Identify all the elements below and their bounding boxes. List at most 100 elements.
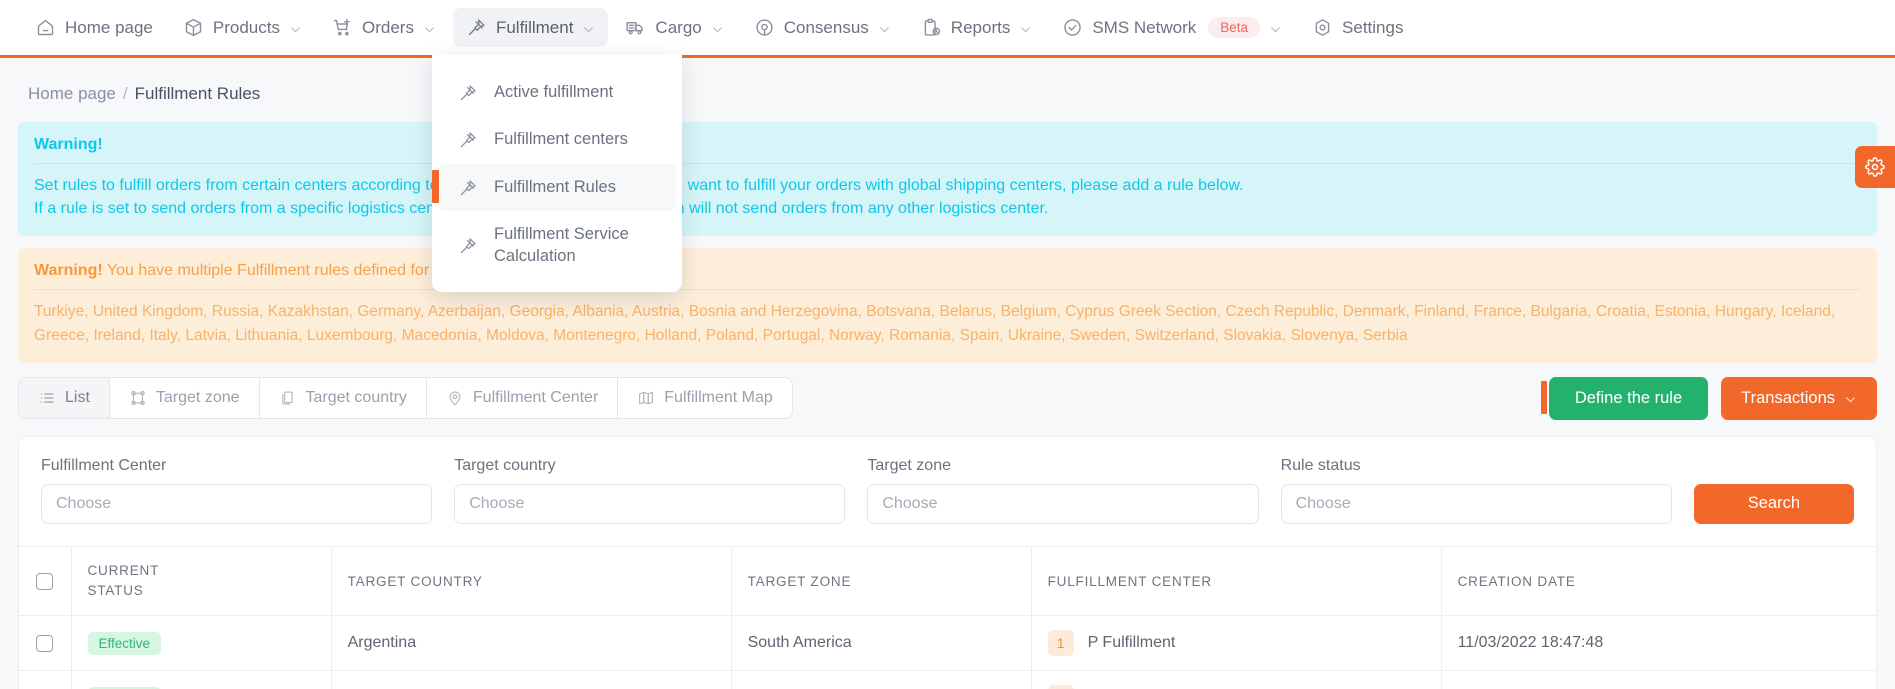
select-all-checkbox[interactable] <box>36 572 54 590</box>
filter-label: Target zone <box>867 456 951 474</box>
target-zone-select[interactable]: Choose <box>867 483 1259 524</box>
fulfillment-dropdown-menu: Active fulfillment Fulfillment centers F… <box>432 55 682 293</box>
nav-item-consensus[interactable]: Consensus <box>741 8 904 47</box>
center-index-badge: 1 <box>1047 685 1074 689</box>
chevron-down-icon <box>1019 21 1032 34</box>
table-head: CURRENT STATUS TARGET COUNTRY TARGET ZON… <box>19 545 1876 616</box>
row-checkbox[interactable] <box>36 634 54 652</box>
pin-icon <box>458 83 478 103</box>
filter-label: Fulfillment Center <box>41 456 167 474</box>
select-value: Choose <box>1295 494 1351 512</box>
info-banner-line-1: Set rules to fulfill orders from certain… <box>34 177 1244 194</box>
cell-status: Effective <box>71 615 332 671</box>
chevron-down-icon <box>1844 392 1857 405</box>
chevron-down-icon <box>711 21 724 34</box>
nav-label: Orders <box>361 17 414 37</box>
dropdown-item-active-fulfillment[interactable]: Active fulfillment <box>432 69 682 116</box>
cell-creation-date: 11/03/2022 18:47:48 <box>1441 615 1876 671</box>
breadcrumb: Home page / Fulfillment Rules <box>0 58 1895 122</box>
nav-item-fulfillment[interactable]: Fulfillment <box>452 8 609 47</box>
table-row[interactable]: Effective Bolivia South America 1 P Fulf… <box>19 670 1876 689</box>
banner-area: Warning! Set rules to fulfill orders fro… <box>0 122 1895 363</box>
tab-label: Fulfillment Map <box>664 389 773 407</box>
search-button[interactable]: Search <box>1693 483 1855 524</box>
chevron-down-icon <box>423 21 436 34</box>
nav-item-settings[interactable]: Settings <box>1299 8 1416 47</box>
filter-fulfillment-center: Fulfillment Center Choose <box>41 456 433 524</box>
dropdown-item-label: Active fulfillment <box>494 83 614 101</box>
header-line-2: STATUS <box>87 583 144 599</box>
filter-rule-status: Rule status Choose <box>1280 456 1672 524</box>
transactions-label: Transactions <box>1741 388 1835 407</box>
select-value: Choose <box>469 494 525 512</box>
divider <box>34 163 1861 164</box>
header-creation-date: CREATION DATE <box>1441 545 1876 616</box>
nav-label: Settings <box>1342 17 1404 37</box>
tab-fulfillment-map[interactable]: Fulfillment Map <box>618 378 791 418</box>
warning-banner-title-bold: Warning! <box>34 262 103 280</box>
nav-item-home-page[interactable]: Home page <box>22 8 166 47</box>
cell-creation-date: 11/03/2022 18:47:48 <box>1441 670 1876 689</box>
tab-label: Target country <box>305 389 407 407</box>
tab-target-country[interactable]: Target country <box>260 378 427 419</box>
dropdown-item-label: Fulfillment Service Calculation <box>494 225 629 265</box>
nav-item-reports[interactable]: Reports <box>908 8 1046 47</box>
nav-label: Fulfillment <box>495 17 574 37</box>
nav-label: Reports <box>950 17 1011 37</box>
beta-badge: Beta <box>1208 17 1261 38</box>
nav-label: Products <box>212 17 280 37</box>
warning-banner: Warning! You have multiple Fulfillment r… <box>18 248 1877 363</box>
filter-label: Rule status <box>1280 456 1361 474</box>
row-select-cell <box>19 670 72 689</box>
cell-fulfillment-center: 1 P Fulfillment <box>1031 615 1442 671</box>
define-rule-button[interactable]: Define the rule <box>1540 376 1709 420</box>
filter-target-zone: Target zone Choose <box>867 456 1259 524</box>
fulfillment-center-select[interactable]: Choose <box>41 483 433 524</box>
target-country-select[interactable]: Choose <box>454 483 846 524</box>
nav-item-cargo[interactable]: Cargo <box>612 8 736 47</box>
view-toolbar: List Target zone Target country Fulfillm… <box>0 376 1895 420</box>
row-select-cell <box>19 615 72 671</box>
cell-fulfillment-center: 1 P Fulfillment <box>1031 670 1442 689</box>
transactions-button[interactable]: Transactions <box>1721 376 1877 420</box>
dropdown-item-fulfillment-service-calculation[interactable]: Fulfillment Service Calculation <box>432 211 682 280</box>
info-banner-title: Warning! <box>34 136 103 153</box>
tab-target-zone[interactable]: Target zone <box>110 378 260 419</box>
table-body: Effective Argentina South America 1 P Fu… <box>19 615 1876 689</box>
box-icon <box>183 17 204 38</box>
pin-icon <box>458 178 478 198</box>
toolbar-actions: Define the rule Transactions <box>1540 376 1877 420</box>
table-row[interactable]: Effective Argentina South America 1 P Fu… <box>19 615 1876 671</box>
view-tab-group: List Target zone Target country Fulfillm… <box>18 377 793 420</box>
breadcrumb-home[interactable]: Home page <box>28 84 116 104</box>
tab-label: Fulfillment Center <box>472 389 599 407</box>
table-header-row: CURRENT STATUS TARGET COUNTRY TARGET ZON… <box>19 545 1876 616</box>
rule-status-select[interactable]: Choose <box>1280 483 1672 524</box>
chevron-down-icon[interactable] <box>582 21 595 34</box>
nav-label: Home page <box>65 17 153 37</box>
settings-side-tab[interactable] <box>1855 146 1895 188</box>
warning-banner-title: Warning! You have multiple Fulfillment r… <box>34 262 1861 280</box>
chevron-down-icon <box>878 21 891 34</box>
tab-list[interactable]: List <box>19 378 110 419</box>
dropdown-item-fulfillment-centers[interactable]: Fulfillment centers <box>432 116 682 163</box>
center-name: P Fulfillment <box>1087 634 1176 652</box>
nav-item-products[interactable]: Products <box>170 8 315 47</box>
nav-item-orders[interactable]: Orders <box>319 8 449 47</box>
select-value: Choose <box>882 494 938 512</box>
header-target-zone: TARGET ZONE <box>731 545 1032 616</box>
filter-target-country: Target country Choose <box>454 456 846 524</box>
header-fulfillment-center: FULFILLMENT CENTER <box>1031 545 1442 616</box>
cell-target-zone: South America <box>731 670 1032 689</box>
breadcrumb-separator: / <box>122 84 128 103</box>
dropdown-item-fulfillment-rules[interactable]: Fulfillment Rules <box>432 163 676 212</box>
nav-item-sms-network[interactable]: SMS Network Beta <box>1049 8 1295 47</box>
accent-marker <box>1540 380 1547 414</box>
cell-target-zone: South America <box>731 615 1032 671</box>
nav-label: Cargo <box>655 17 702 37</box>
nav-label: Consensus <box>783 17 869 37</box>
filter-label: Target country <box>454 456 556 474</box>
tab-fulfillment-center[interactable]: Fulfillment Center <box>427 378 619 419</box>
pin-icon <box>466 17 487 38</box>
warning-country-list: Turkiye, United Kingdom, Russia, Kazakhs… <box>34 303 1836 344</box>
